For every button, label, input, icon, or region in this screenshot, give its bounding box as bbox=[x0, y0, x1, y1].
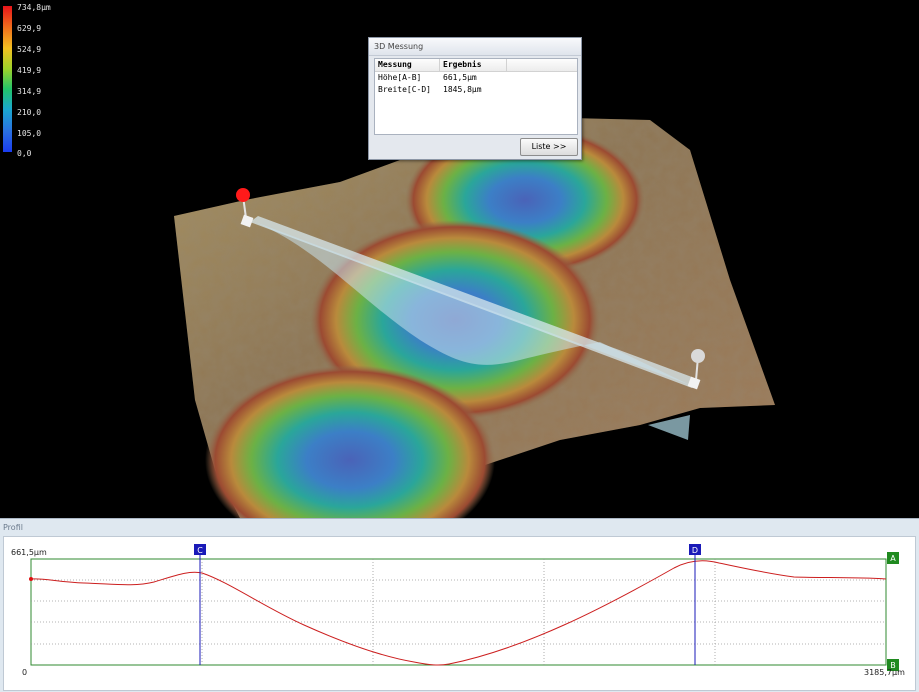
legend-label: 314,9 bbox=[17, 87, 42, 96]
legend-label: 734,8µm bbox=[17, 3, 51, 12]
marker-c-label[interactable]: C bbox=[197, 546, 203, 555]
profile-plot-frame bbox=[30, 558, 887, 666]
legend-label: 524,9 bbox=[17, 45, 42, 54]
start-point-marker bbox=[236, 188, 250, 202]
marker-a-label[interactable]: A bbox=[890, 554, 896, 563]
list-button[interactable]: Liste >> bbox=[520, 138, 578, 156]
measurement-window-title[interactable]: 3D Messung bbox=[369, 38, 581, 56]
profile-y-max-label: 661,5µm bbox=[11, 548, 47, 557]
legend-label: 419,9 bbox=[17, 66, 42, 75]
measurement-window[interactable]: 3D Messung Messung Ergebnis Höhe[A-B] 66… bbox=[368, 37, 582, 160]
profile-chart-area[interactable]: C D A B 661,5µm 0 3185,7µm bbox=[3, 536, 916, 691]
marker-d-label[interactable]: D bbox=[692, 546, 698, 555]
measurement-name: Höhe[A-B] bbox=[378, 73, 422, 82]
profile-panel: Profil C D A B 661,5µm 0 3185,7µm bbox=[0, 518, 919, 692]
legend-label: 0,0 bbox=[17, 149, 32, 158]
color-scale-legend: 734,8µm 629,9 524,9 419,9 314,9 210,0 10… bbox=[3, 3, 63, 158]
column-header-messung[interactable]: Messung bbox=[378, 59, 412, 71]
profile-panel-title: Profil bbox=[3, 523, 23, 532]
legend-label: 210,0 bbox=[17, 108, 42, 117]
3d-viewport[interactable]: 734,8µm 629,9 524,9 419,9 314,9 210,0 10… bbox=[0, 0, 919, 518]
measurement-value: 661,5µm bbox=[443, 73, 477, 82]
measurement-name: Breite[C-D] bbox=[378, 85, 431, 94]
legend-label: 629,9 bbox=[17, 24, 42, 33]
color-scale-bar bbox=[3, 6, 12, 152]
profile-x-end-label: 3185,7µm bbox=[864, 668, 905, 677]
legend-label: 105,0 bbox=[17, 129, 42, 138]
table-row[interactable]: Breite[C-D] 1845,8µm bbox=[375, 84, 577, 96]
profile-x-start-label: 0 bbox=[22, 668, 27, 677]
table-row[interactable]: Höhe[A-B] 661,5µm bbox=[375, 72, 577, 84]
end-point-marker bbox=[691, 349, 705, 363]
profile-chart[interactable]: C D A B 661,5µm 0 3185,7µm bbox=[4, 537, 915, 690]
profile-start-dot bbox=[29, 577, 33, 581]
measurement-table: Messung Ergebnis Höhe[A-B] 661,5µm Breit… bbox=[374, 58, 578, 135]
column-header-ergebnis[interactable]: Ergebnis bbox=[443, 59, 482, 71]
measurement-table-header: Messung Ergebnis bbox=[375, 59, 577, 72]
measurement-value: 1845,8µm bbox=[443, 85, 482, 94]
